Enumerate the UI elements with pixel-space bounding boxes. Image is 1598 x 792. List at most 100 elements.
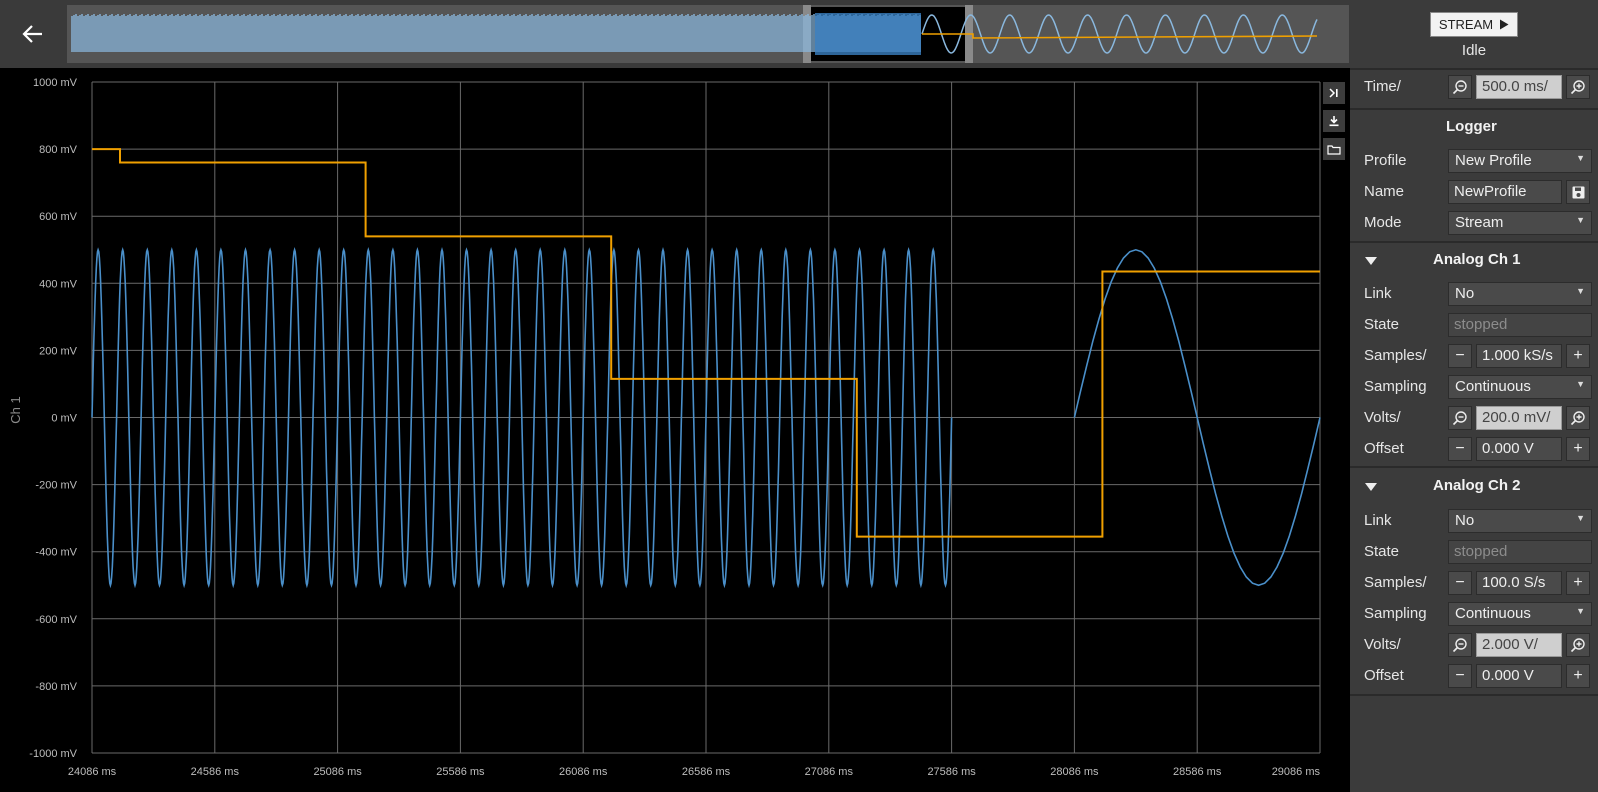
ch1-volts-input[interactable]: 200.0 mV/ <box>1476 406 1562 430</box>
open-folder-button[interactable] <box>1323 138 1345 160</box>
overview-chart <box>71 5 1318 63</box>
magnifier-plus-icon <box>1570 80 1585 95</box>
chevron-down-icon: ▼ <box>1576 215 1585 225</box>
time-zoom-in-button[interactable] <box>1566 75 1590 99</box>
name-label: Name <box>1364 183 1405 200</box>
x-tick-label: 29086 ms <box>1272 766 1321 778</box>
chevron-down-icon: ▼ <box>1576 606 1585 616</box>
profile-select-value: New Profile <box>1455 152 1532 169</box>
x-tick-label: 28586 ms <box>1173 766 1222 778</box>
triangle-down-icon <box>1365 257 1377 265</box>
skip-to-end-icon <box>1329 88 1338 98</box>
ch1-offset-increase-button[interactable]: + <box>1566 437 1590 461</box>
x-tick-label: 26086 ms <box>559 766 608 778</box>
ch1-link-value: No <box>1455 285 1475 302</box>
ch2-offset-decrease-button[interactable]: − <box>1448 664 1472 688</box>
overview-strip[interactable] <box>67 5 1349 63</box>
x-tick-label: 25086 ms <box>313 766 362 778</box>
ch2-sampling-value: Continuous <box>1455 605 1531 622</box>
x-tick-label: 26586 ms <box>682 766 731 778</box>
y-tick-label: 1000 mV <box>33 77 78 89</box>
ch1-volts-zoom-in-button[interactable] <box>1566 406 1590 430</box>
y-tick-label: -800 mV <box>35 681 77 693</box>
ch2-offset-input[interactable]: 0.000 V <box>1476 664 1562 688</box>
magnifier-plus-icon <box>1570 638 1585 653</box>
stream-button[interactable]: STREAM <box>1430 12 1518 37</box>
save-profile-button[interactable] <box>1566 180 1590 204</box>
ch1-state-field: stopped <box>1448 313 1592 337</box>
ch2-link-label: Link <box>1364 512 1392 529</box>
jump-to-end-button[interactable] <box>1323 82 1345 104</box>
ch2-offset-increase-button[interactable]: + <box>1566 664 1590 688</box>
ch2-offset-label: Offset <box>1364 667 1404 684</box>
ch1-volts-zoom-out-button[interactable] <box>1448 406 1472 430</box>
ch1-offset-input[interactable]: 0.000 V <box>1476 437 1562 461</box>
download-icon <box>1329 116 1339 127</box>
x-tick-label: 27586 ms <box>927 766 976 778</box>
ch1-samples-input[interactable]: 1.000 kS/s <box>1476 344 1562 368</box>
divider <box>1350 241 1598 243</box>
ch2-volts-zoom-out-button[interactable] <box>1448 633 1472 657</box>
plot-area[interactable]: 1000 mV 800 mV 600 mV 400 mV 200 mV 0 mV -200 … <box>0 68 1350 792</box>
mode-select[interactable]: Stream ▼ <box>1448 211 1592 235</box>
triangle-down-icon <box>1365 483 1377 491</box>
chevron-down-icon: ▼ <box>1576 379 1585 389</box>
ch1-offset-decrease-button[interactable]: − <box>1448 437 1472 461</box>
chevron-down-icon: ▼ <box>1576 513 1585 523</box>
profile-select[interactable]: New Profile ▼ <box>1448 149 1592 173</box>
ch1-offset-label: Offset <box>1364 440 1404 457</box>
x-tick-label: 24086 ms <box>68 766 117 778</box>
ch1-volts-label: Volts/ <box>1364 409 1401 426</box>
magnifier-minus-icon <box>1452 80 1467 95</box>
chevron-down-icon: ▼ <box>1576 153 1585 163</box>
ch2-samples-label: Samples/ <box>1364 574 1427 591</box>
top-bar <box>0 0 1350 68</box>
y-tick-label: 0 mV <box>51 413 77 425</box>
ch1-samples-decrease-button[interactable]: − <box>1448 344 1472 368</box>
back-button[interactable] <box>0 0 66 68</box>
time-per-div-input[interactable]: 500.0 ms/ <box>1476 75 1562 99</box>
x-tick-label: 28086 ms <box>1050 766 1099 778</box>
ch2-sampling-select[interactable]: Continuous ▼ <box>1448 602 1592 626</box>
ch1-samples-label: Samples/ <box>1364 347 1427 364</box>
profile-name-input[interactable]: NewProfile <box>1448 180 1562 204</box>
y-tick-label: -1000 mV <box>29 748 77 760</box>
ch2-title: Analog Ch 2 <box>1433 477 1521 494</box>
magnifier-plus-icon <box>1570 411 1585 426</box>
chevron-down-icon: ▼ <box>1576 286 1585 296</box>
ch2-link-select[interactable]: No ▼ <box>1448 509 1592 533</box>
ch2-state-field: stopped <box>1448 540 1592 564</box>
ch1-link-select[interactable]: No ▼ <box>1448 282 1592 306</box>
ch1-sampling-select[interactable]: Continuous ▼ <box>1448 375 1592 399</box>
y-tick-label: 200 mV <box>39 345 78 357</box>
x-tick-label: 25586 ms <box>436 766 485 778</box>
ch2-samples-increase-button[interactable]: + <box>1566 571 1590 595</box>
y-tick-label: 400 mV <box>39 278 78 290</box>
ch1-link-label: Link <box>1364 285 1392 302</box>
x-axis-ticks: 24086 ms 24586 ms 25086 ms 25586 ms 26086 ms… <box>68 766 1321 778</box>
line-chart: 1000 mV 800 mV 600 mV 400 mV 200 mV 0 mV -200 … <box>8 77 1321 778</box>
time-zoom-out-button[interactable] <box>1448 75 1472 99</box>
ch1-collapse-toggle[interactable] <box>1364 256 1378 266</box>
play-icon <box>1500 19 1509 30</box>
y-axis-label: Ch 1 <box>8 396 23 423</box>
ch2-volts-zoom-in-button[interactable] <box>1566 633 1590 657</box>
ch2-samples-decrease-button[interactable]: − <box>1448 571 1472 595</box>
ch1-samples-increase-button[interactable]: + <box>1566 344 1590 368</box>
y-tick-label: 600 mV <box>39 211 78 223</box>
y-tick-label: 800 mV <box>39 144 78 156</box>
folder-icon <box>1327 144 1341 155</box>
ch2-volts-input[interactable]: 2.000 V/ <box>1476 633 1562 657</box>
ch2-collapse-toggle[interactable] <box>1364 482 1378 492</box>
profile-label: Profile <box>1364 152 1407 169</box>
ch2-state-label: State <box>1364 543 1400 560</box>
ch2-link-value: No <box>1455 512 1475 529</box>
divider <box>1350 68 1598 70</box>
ch1-sampling-value: Continuous <box>1455 378 1531 395</box>
ch2-samples-input[interactable]: 100.0 S/s <box>1476 571 1562 595</box>
time-label: Time/ <box>1364 78 1401 95</box>
magnifier-minus-icon <box>1452 411 1467 426</box>
ch1-sampling-label: Sampling <box>1364 378 1427 395</box>
overview-dense-waveform <box>71 14 921 52</box>
download-button[interactable] <box>1323 110 1345 132</box>
